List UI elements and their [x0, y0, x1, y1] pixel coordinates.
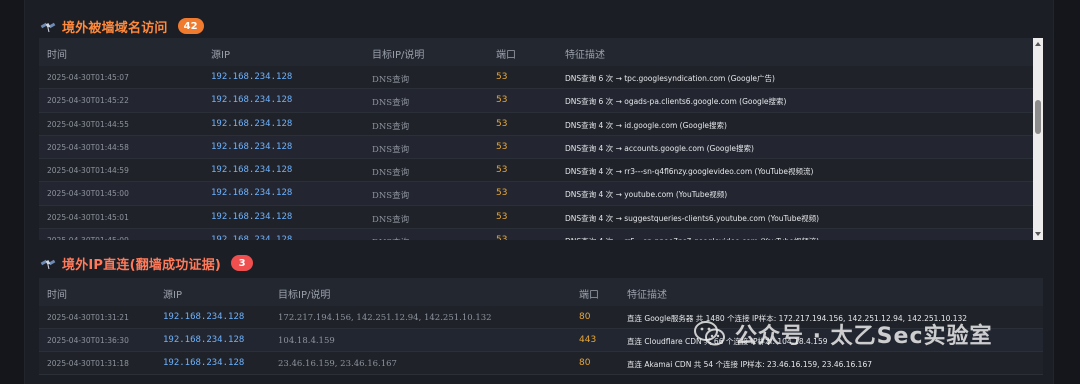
cell-source-ip: 192.168.234.128 [211, 188, 293, 199]
main-panel: 境外被墙域名访问 42 时间 源IP 目标IP/说明 端口 特征描述 2025-… [24, 0, 1054, 384]
cell-target: DNS查询 [372, 191, 410, 202]
cell-port: 53 [496, 188, 508, 199]
section-title-direct-ip: 境外IP直连(翻墙成功证据) 3 [40, 253, 254, 273]
col-source-ip: 源IP [211, 50, 230, 61]
cell-source-ip: 192.168.234.128 [211, 141, 293, 152]
col-port: 端口 [496, 50, 516, 61]
col-desc: 特征描述 [627, 290, 667, 301]
cell-time: 2025-04-30T01:45:01 [47, 212, 129, 222]
cell-target: DNS查询 [372, 214, 410, 225]
table-row[interactable]: 2025-04-30T01:45:01 192.168.234.128 DNS查询 5… [39, 205, 1043, 230]
count-badge: 42 [177, 18, 204, 34]
col-desc: 特征描述 [565, 50, 605, 61]
satellite-icon [40, 22, 56, 33]
table-row[interactable]: 2025-04-30T01:44:59 192.168.234.128 DNS查询 5… [39, 159, 1043, 183]
table-row[interactable]: 2025-04-30T01:45:07 192.168.234.128 DNS查询 5… [39, 66, 1043, 90]
cell-target: 23.46.16.159, 23.46.16.167 [278, 359, 397, 369]
cell-source-ip: 192.168.234.128 [211, 235, 292, 240]
table-row[interactable]: 2025-04-30T01:45:22 192.168.234.128 DNS查询 5… [39, 89, 1043, 113]
cell-port: 443 [579, 335, 597, 345]
cell-port: 53 [496, 95, 508, 106]
section-title-blocked-domains: 境外被墙域名访问 42 [40, 16, 204, 36]
col-time: 时间 [47, 50, 67, 61]
section-title-text: 境外被墙域名访问 [62, 20, 168, 36]
section-title-text: 境外IP直连(翻墙成功证据) [62, 257, 222, 273]
cell-source-ip: 192.168.234.128 [163, 312, 245, 322]
cell-time: 2025-04-30T01:45:22 [47, 96, 129, 106]
table-row[interactable]: 2025-04-30T01:44:58 192.168.234.128 DNS查询 5… [39, 135, 1043, 160]
scroll-thumb[interactable] [1035, 100, 1041, 134]
col-target: 目标IP/说明 [278, 290, 331, 301]
cell-desc: DNS查询 4 次 → suggestqueries-clients6.yout… [565, 213, 820, 223]
cell-source-ip: 192.168.234.128 [211, 211, 293, 222]
cell-port: 53 [496, 211, 508, 222]
table-header: 时间 源IP 目标IP/说明 端口 特征描述 [39, 38, 1043, 66]
col-source-ip: 源IP [163, 290, 182, 301]
cell-target: 172.217.194.156, 142.251.12.94, 142.251.… [278, 313, 492, 323]
table-row[interactable]: 2025-04-30T01:31:18 192.168.234.128 23.46.… [39, 352, 1043, 375]
cell-target: DNS查询 [372, 236, 409, 240]
col-time: 时间 [47, 290, 67, 301]
cell-desc: DNS查询 4 次 → rr5---sn-npoe7ns7.googlevide… [565, 236, 819, 240]
vertical-scrollbar[interactable] [1033, 38, 1043, 240]
cell-source-ip: 192.168.234.128 [211, 118, 293, 129]
cell-time: 2025-04-30T01:45:09 [47, 236, 129, 240]
cell-desc: DNS查询 4 次 → youtube.com (YouTube视频) [565, 190, 728, 200]
cell-source-ip: 192.168.234.128 [163, 358, 245, 368]
table-row[interactable]: 2025-04-30T01:45:09 192.168.234.128 DNS查询 5… [39, 229, 1043, 240]
cell-source-ip: 192.168.234.128 [163, 335, 245, 345]
blocked-domains-table[interactable]: 时间 源IP 目标IP/说明 端口 特征描述 2025-04-30T01:45:… [39, 38, 1043, 240]
col-target: 目标IP/说明 [372, 50, 425, 61]
cell-time: 2025-04-30T01:31:21 [47, 313, 129, 322]
cell-time: 2025-04-30T01:31:18 [47, 359, 129, 368]
wechat-icon [694, 321, 725, 346]
cell-port: 80 [579, 312, 591, 322]
cell-desc: 直连 Akamai CDN 共 54 个连接 IP样本: 23.46.16.15… [627, 360, 873, 369]
table-header: 时间 源IP 目标IP/说明 端口 特征描述 [39, 278, 1043, 306]
cell-port: 80 [579, 358, 591, 368]
cell-source-ip: 192.168.234.128 [211, 165, 293, 176]
cell-time: 2025-04-30T01:44:55 [47, 119, 129, 129]
cell-source-ip: 192.168.234.128 [211, 95, 293, 106]
cell-port: 53 [496, 165, 508, 176]
cell-target: DNS查询 [372, 98, 410, 109]
cell-time: 2025-04-30T01:44:58 [47, 142, 129, 152]
satellite-icon [40, 259, 56, 270]
cell-port: 53 [496, 118, 508, 129]
table-row[interactable]: 2025-04-30T01:45:00 192.168.234.128 DNS查询 5… [39, 182, 1043, 206]
cell-desc: DNS查询 4 次 → id.google.com (Google搜索) [565, 120, 727, 130]
table-row[interactable]: 2025-04-30T01:44:55 192.168.234.128 DNS查询 5… [39, 112, 1043, 136]
table-body: 2025-04-30T01:45:07 192.168.234.128 DNS查询 5… [39, 66, 1043, 240]
cell-target: DNS查询 [372, 75, 410, 85]
watermark: 公众号 · 太乙Sec实验室 [693, 318, 992, 350]
watermark-text: 公众号 · 太乙Sec实验室 [735, 324, 993, 349]
cell-time: 2025-04-30T01:45:07 [47, 73, 129, 82]
cell-target: DNS查询 [372, 168, 410, 179]
cell-time: 2025-04-30T01:45:00 [47, 189, 129, 199]
cell-desc: DNS查询 4 次 → accounts.google.com (Google搜… [565, 143, 754, 153]
cell-source-ip: 192.168.234.128 [211, 72, 293, 82]
cell-time: 2025-04-30T01:44:59 [47, 166, 129, 176]
scroll-down-icon[interactable] [1035, 232, 1041, 236]
scroll-up-icon[interactable] [1035, 42, 1041, 46]
cell-port: 53 [496, 141, 508, 152]
cell-desc: DNS查询 6 次 → tpc.googlesyndication.com (G… [565, 74, 775, 83]
col-port: 端口 [579, 290, 599, 301]
cell-port: 53 [496, 72, 508, 82]
cell-target: DNS查询 [372, 144, 410, 155]
cell-time: 2025-04-30T01:36:30 [47, 336, 129, 345]
count-badge: 3 [231, 255, 254, 271]
cell-desc: DNS查询 6 次 → ogads-pa.clients6.google.com… [565, 97, 787, 107]
cell-target: DNS查询 [372, 121, 410, 132]
cell-target: 104.18.4.159 [278, 336, 335, 346]
cell-port: 53 [496, 235, 507, 240]
cell-desc: DNS查询 4 次 → rr3---sn-q4fl6nzy.googlevide… [565, 167, 814, 177]
